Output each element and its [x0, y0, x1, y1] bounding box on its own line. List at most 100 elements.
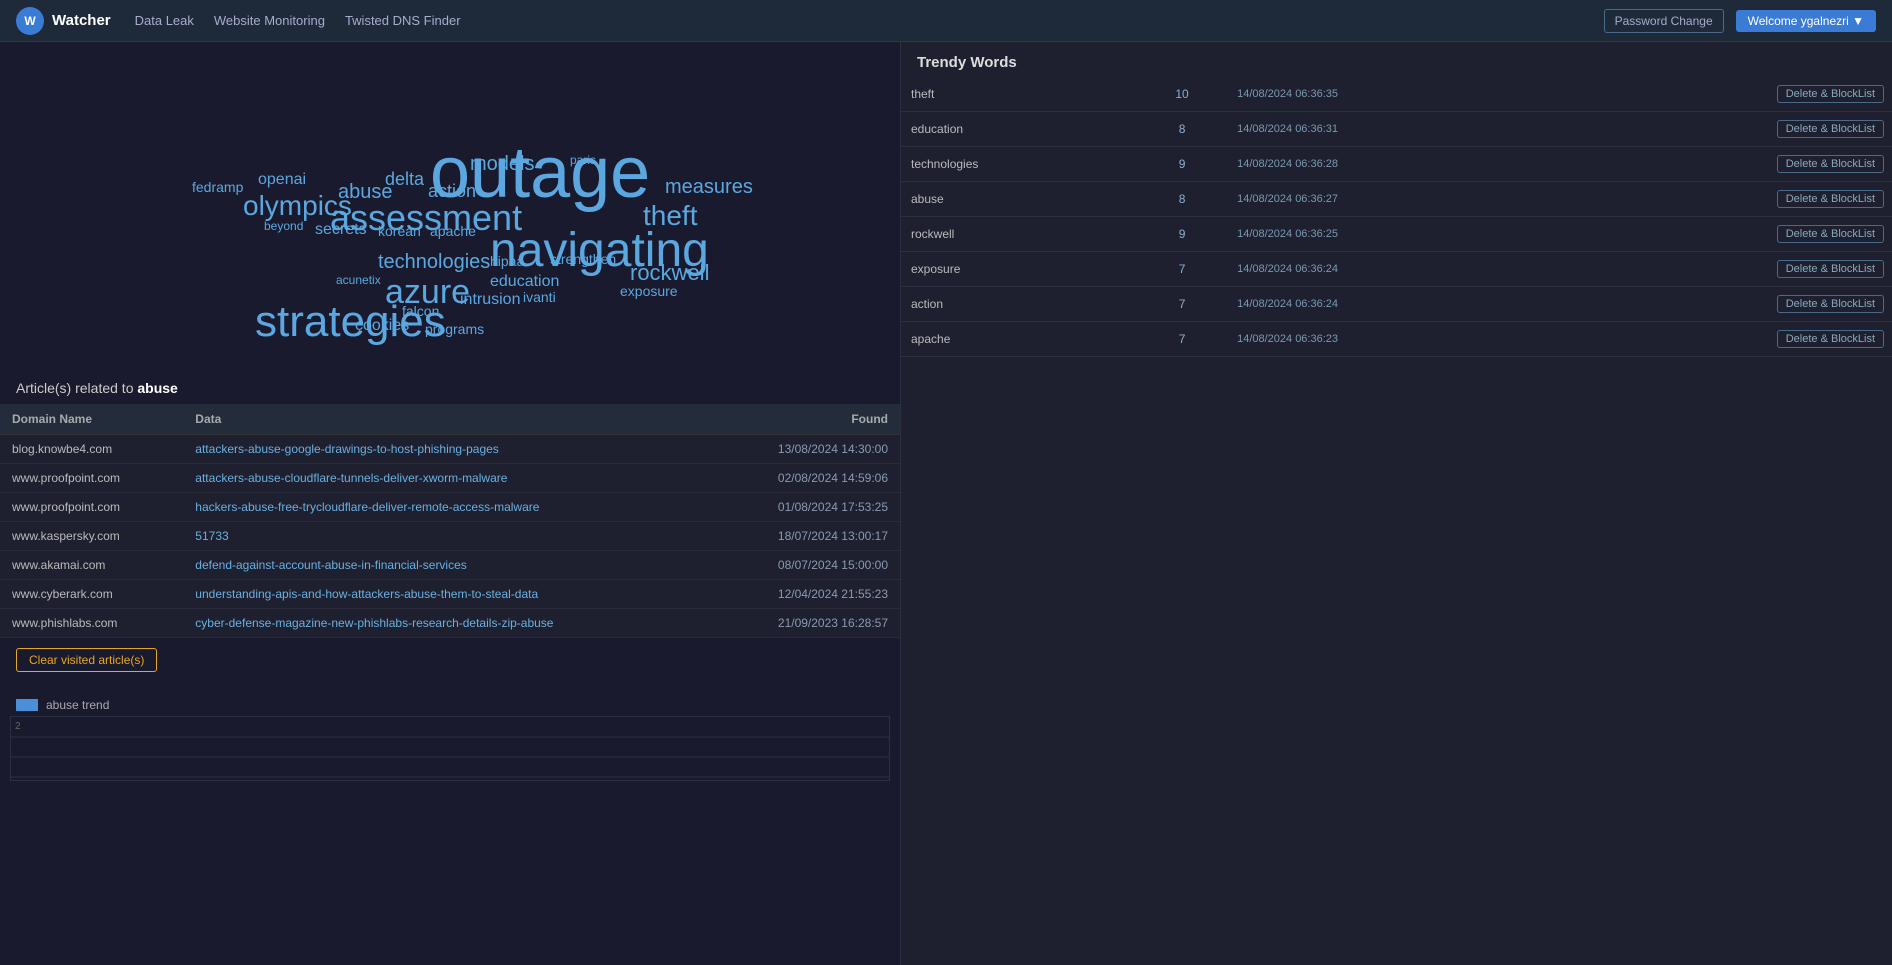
trendy-action-cell: Delete & BlockList — [1554, 112, 1892, 147]
trendy-word: apache — [901, 322, 1137, 357]
word-cloud-word[interactable]: intrusion — [460, 292, 520, 308]
article-link[interactable]: attackers-abuse-google-drawings-to-host-… — [195, 442, 499, 456]
word-cloud-word[interactable]: secrets — [315, 222, 367, 238]
trendy-timestamp: 14/08/2024 06:36:35 — [1227, 77, 1554, 112]
trendy-timestamp: 14/08/2024 06:36:24 — [1227, 252, 1554, 287]
word-cloud-word[interactable]: delta — [385, 170, 424, 188]
trendy-count: 9 — [1137, 217, 1227, 252]
articles-table: Domain Name Data Found blog.knowbe4.com … — [0, 404, 900, 638]
trendy-word: education — [901, 112, 1137, 147]
trendy-word: technologies — [901, 147, 1137, 182]
data-cell[interactable]: defend-against-account-abuse-in-financia… — [183, 551, 714, 580]
col-data: Data — [183, 404, 714, 435]
password-change-button[interactable]: Password Change — [1604, 9, 1724, 33]
trendy-count: 10 — [1137, 77, 1227, 112]
word-cloud-word[interactable]: action — [428, 182, 476, 200]
word-cloud-word[interactable]: openai — [258, 172, 306, 188]
word-cloud-word[interactable]: programs — [425, 322, 484, 336]
data-cell[interactable]: understanding-apis-and-how-attackers-abu… — [183, 580, 714, 609]
word-cloud-word[interactable]: theft — [643, 202, 697, 230]
delete-blocklist-button[interactable]: Delete & BlockList — [1777, 225, 1884, 243]
trend-section: abuse trend 2 — [0, 688, 900, 787]
data-cell[interactable]: hackers-abuse-free-trycloudflare-deliver… — [183, 493, 714, 522]
list-item: theft 10 14/08/2024 06:36:35 Delete & Bl… — [901, 77, 1892, 112]
word-cloud-word[interactable]: technologies — [378, 252, 490, 272]
domain-cell: www.proofpoint.com — [0, 464, 183, 493]
delete-blocklist-button[interactable]: Delete & BlockList — [1777, 120, 1884, 138]
data-cell[interactable]: cyber-defense-magazine-new-phishlabs-res… — [183, 609, 714, 638]
list-item: abuse 8 14/08/2024 06:36:27 Delete & Blo… — [901, 182, 1892, 217]
trend-grid-svg — [11, 717, 889, 780]
delete-blocklist-button[interactable]: Delete & BlockList — [1777, 260, 1884, 278]
found-cell: 08/07/2024 15:00:00 — [714, 551, 900, 580]
word-cloud-word[interactable]: falcon — [402, 304, 439, 318]
word-cloud-word[interactable]: fedramp — [192, 180, 243, 194]
trendy-timestamp: 14/08/2024 06:36:27 — [1227, 182, 1554, 217]
list-item: education 8 14/08/2024 06:36:31 Delete &… — [901, 112, 1892, 147]
nav-data-leak[interactable]: Data Leak — [135, 13, 194, 28]
col-domain: Domain Name — [0, 404, 183, 435]
word-cloud-word[interactable]: cookies — [355, 318, 409, 334]
table-row: www.phishlabs.com cyber-defense-magazine… — [0, 609, 900, 638]
data-cell[interactable]: attackers-abuse-google-drawings-to-host-… — [183, 435, 714, 464]
article-link[interactable]: 51733 — [195, 529, 228, 543]
word-cloud-word[interactable]: ivanti — [523, 290, 556, 304]
trendy-timestamp: 14/08/2024 06:36:24 — [1227, 287, 1554, 322]
trendy-count: 7 — [1137, 322, 1227, 357]
found-cell: 02/08/2024 14:59:06 — [714, 464, 900, 493]
table-row: www.proofpoint.com attackers-abuse-cloud… — [0, 464, 900, 493]
articles-keyword: abuse — [137, 380, 177, 396]
delete-blocklist-button[interactable]: Delete & BlockList — [1777, 155, 1884, 173]
article-link[interactable]: understanding-apis-and-how-attackers-abu… — [195, 587, 538, 601]
trendy-count: 9 — [1137, 147, 1227, 182]
word-cloud-word[interactable]: education — [490, 274, 559, 290]
trendy-count: 7 — [1137, 252, 1227, 287]
domain-cell: www.phishlabs.com — [0, 609, 183, 638]
word-cloud-word[interactable]: paris — [570, 154, 596, 166]
word-cloud-word[interactable]: strengthen — [550, 252, 616, 266]
trend-legend-label: abuse trend — [46, 698, 109, 712]
word-cloud-word[interactable]: measures — [665, 177, 753, 197]
word-cloud-word[interactable]: acunetix — [336, 274, 381, 286]
delete-blocklist-button[interactable]: Delete & BlockList — [1777, 330, 1884, 348]
found-cell: 12/04/2024 21:55:23 — [714, 580, 900, 609]
delete-blocklist-button[interactable]: Delete & BlockList — [1777, 85, 1884, 103]
domain-cell: www.cyberark.com — [0, 580, 183, 609]
article-link[interactable]: defend-against-account-abuse-in-financia… — [195, 558, 466, 572]
main-content: outagenavigatingstrategiesassessmentazur… — [0, 42, 1892, 965]
trend-chart: 2 — [10, 716, 890, 781]
trendy-action-cell: Delete & BlockList — [1554, 287, 1892, 322]
welcome-button[interactable]: Welcome ygalnezri ▼ — [1736, 10, 1876, 32]
nav-twisted-dns[interactable]: Twisted DNS Finder — [345, 13, 461, 28]
word-cloud-word[interactable]: olympics — [243, 192, 352, 220]
word-cloud-word[interactable]: hipaa — [490, 254, 524, 268]
word-cloud-word[interactable]: korean — [378, 224, 421, 238]
col-found: Found — [714, 404, 900, 435]
trendy-word: theft — [901, 77, 1137, 112]
article-link[interactable]: attackers-abuse-cloudflare-tunnels-deliv… — [195, 471, 507, 485]
data-cell[interactable]: attackers-abuse-cloudflare-tunnels-deliv… — [183, 464, 714, 493]
word-cloud-word[interactable]: apache — [430, 224, 476, 238]
delete-blocklist-button[interactable]: Delete & BlockList — [1777, 190, 1884, 208]
articles-table-header: Domain Name Data Found — [0, 404, 900, 435]
found-cell: 13/08/2024 14:30:00 — [714, 435, 900, 464]
list-item: action 7 14/08/2024 06:36:24 Delete & Bl… — [901, 287, 1892, 322]
delete-blocklist-button[interactable]: Delete & BlockList — [1777, 295, 1884, 313]
word-cloud-word[interactable]: rockwell — [630, 262, 709, 284]
list-item: rockwell 9 14/08/2024 06:36:25 Delete & … — [901, 217, 1892, 252]
word-cloud-word[interactable]: beyond — [264, 220, 303, 232]
articles-title-prefix: Article(s) related to — [16, 380, 137, 396]
word-cloud-word[interactable]: models — [470, 154, 534, 174]
left-panel: outagenavigatingstrategiesassessmentazur… — [0, 42, 900, 965]
found-cell: 18/07/2024 13:00:17 — [714, 522, 900, 551]
navbar: W Watcher Data Leak Website Monitoring T… — [0, 0, 1892, 42]
brand: W Watcher — [16, 7, 111, 35]
article-link[interactable]: hackers-abuse-free-trycloudflare-deliver… — [195, 500, 539, 514]
clear-visited-button[interactable]: Clear visited article(s) — [16, 648, 157, 672]
article-link[interactable]: cyber-defense-magazine-new-phishlabs-res… — [195, 616, 553, 630]
data-cell[interactable]: 51733 — [183, 522, 714, 551]
nav-website-monitoring[interactable]: Website Monitoring — [214, 13, 325, 28]
word-cloud-word[interactable]: exposure — [620, 284, 678, 298]
trendy-timestamp: 14/08/2024 06:36:23 — [1227, 322, 1554, 357]
trendy-scroll[interactable]: theft 10 14/08/2024 06:36:35 Delete & Bl… — [901, 77, 1892, 965]
